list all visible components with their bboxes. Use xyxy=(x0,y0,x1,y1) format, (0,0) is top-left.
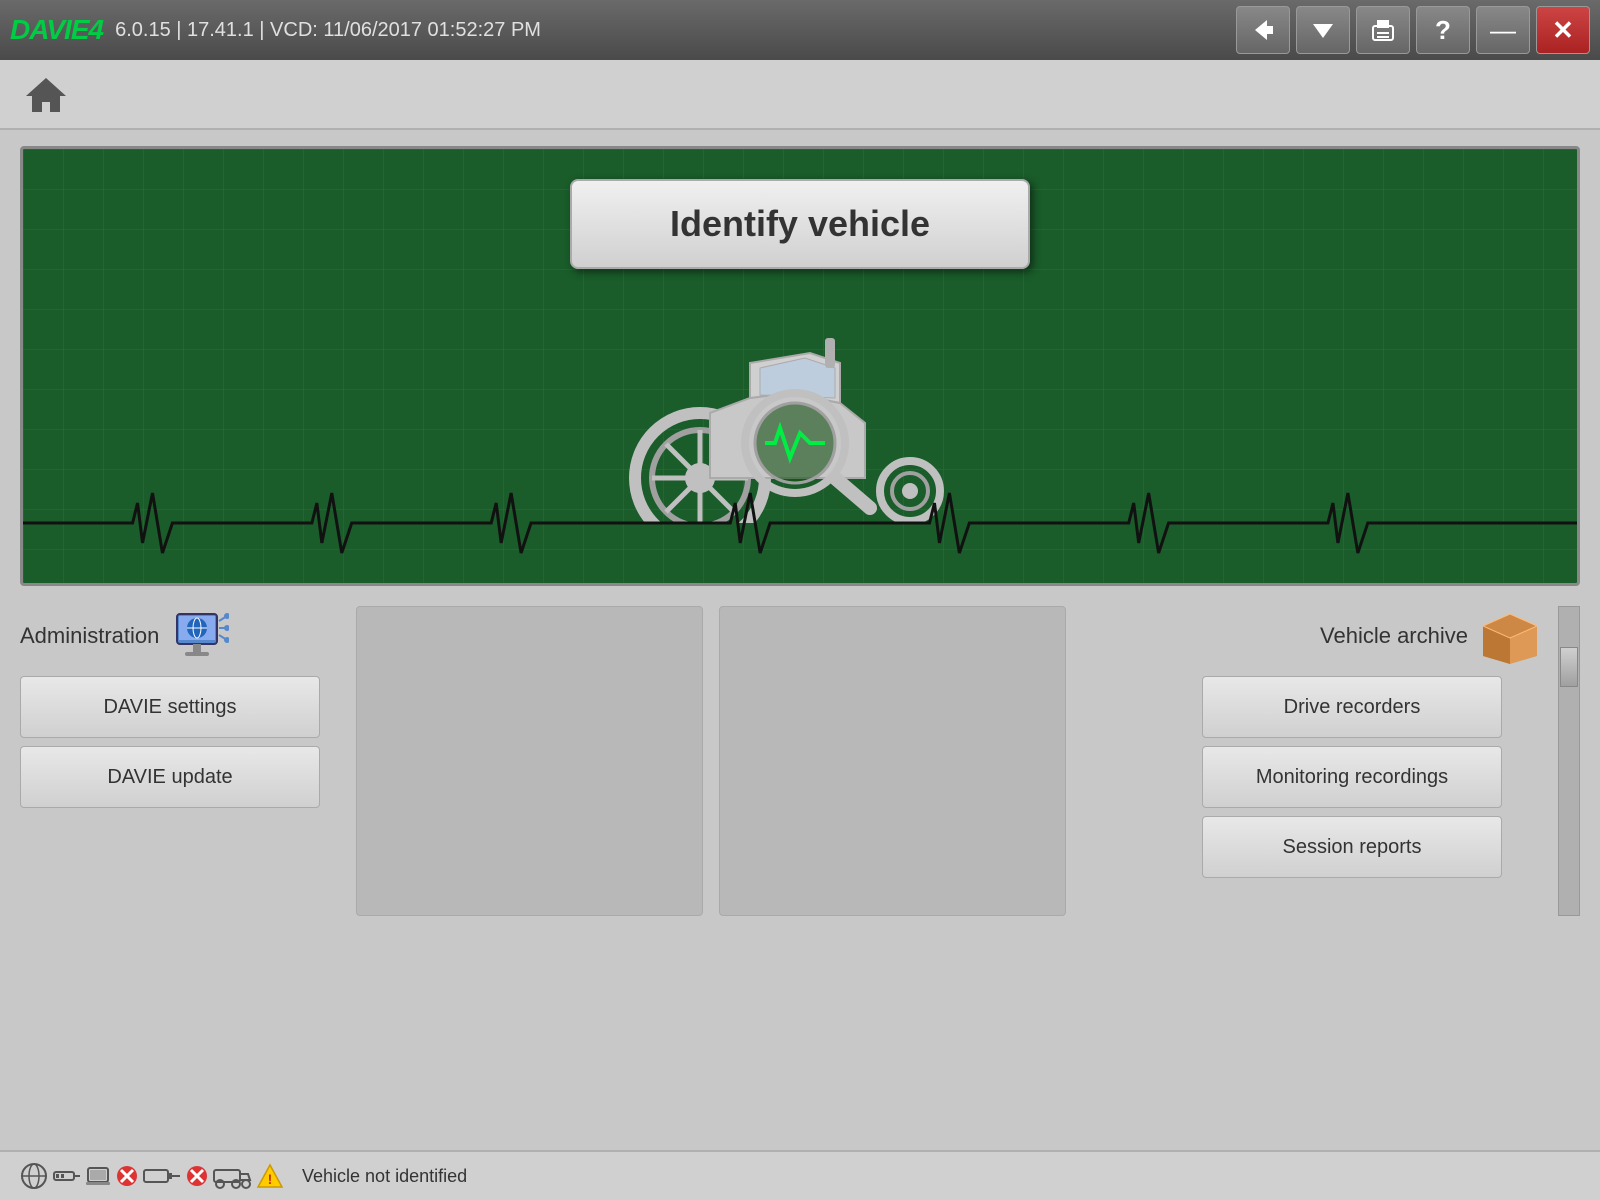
error-icon-1 xyxy=(116,1165,138,1187)
print-button[interactable] xyxy=(1356,6,1410,54)
titlebar-buttons: ? — ✕ xyxy=(1236,6,1590,54)
laptop-icon xyxy=(84,1162,112,1190)
svg-text:!: ! xyxy=(268,1171,273,1187)
titlebar-left: DAVIE4 6.0.15 | 17.41.1 | VCD: 11/06/201… xyxy=(10,14,541,46)
monitoring-recordings-button[interactable]: Monitoring recordings xyxy=(1202,746,1502,808)
spacer xyxy=(1082,606,1186,916)
dropdown-button[interactable] xyxy=(1296,6,1350,54)
monitor-panel: Identify vehicle xyxy=(20,146,1580,586)
archive-title: Vehicle archive xyxy=(1320,623,1468,649)
vehicle-small-icon xyxy=(212,1162,252,1190)
version-info: 6.0.15 | 17.41.1 | VCD: 11/06/2017 01:52… xyxy=(115,19,541,42)
archive-section: Vehicle archive Drive re xyxy=(1202,606,1542,916)
main-content: Identify vehicle xyxy=(0,130,1600,932)
archive-icon xyxy=(1478,606,1542,666)
home-icon[interactable] xyxy=(20,68,72,120)
cable-icon xyxy=(142,1162,182,1190)
help-button[interactable]: ? xyxy=(1416,6,1470,54)
statusbar: ! Vehicle not identified xyxy=(0,1150,1600,1200)
archive-header: Vehicle archive xyxy=(1202,606,1542,666)
empty-panel-2 xyxy=(719,606,1066,916)
identify-vehicle-button[interactable]: Identify vehicle xyxy=(570,179,1030,269)
drive-recorders-button[interactable]: Drive recorders xyxy=(1202,676,1502,738)
warning-icon: ! xyxy=(256,1162,284,1190)
admin-section: Administration xyxy=(20,606,340,916)
titlebar: DAVIE4 6.0.15 | 17.41.1 | VCD: 11/06/201… xyxy=(0,0,1600,60)
session-reports-button[interactable]: Session reports xyxy=(1202,816,1502,878)
connector-icon xyxy=(52,1162,80,1190)
close-button[interactable]: ✕ xyxy=(1536,6,1590,54)
empty-panel-1 xyxy=(356,606,703,916)
davie-settings-button[interactable]: DAVIE settings xyxy=(20,676,320,738)
globe-icon xyxy=(20,1162,48,1190)
davie-update-button[interactable]: DAVIE update xyxy=(20,746,320,808)
admin-header: Administration xyxy=(20,606,340,666)
bottom-area: Administration xyxy=(20,606,1580,916)
status-icons: ! xyxy=(20,1162,284,1190)
scrollbar[interactable] xyxy=(1558,606,1580,916)
back-button[interactable] xyxy=(1236,6,1290,54)
admin-icon xyxy=(169,606,229,666)
scrollbar-thumb[interactable] xyxy=(1560,647,1578,687)
toolbar xyxy=(0,60,1600,130)
minimize-button[interactable]: — xyxy=(1476,6,1530,54)
ecg-line xyxy=(23,463,1577,583)
admin-title: Administration xyxy=(20,623,159,649)
error-icon-2 xyxy=(186,1165,208,1187)
app-logo: DAVIE4 xyxy=(10,14,103,46)
status-text: Vehicle not identified xyxy=(302,1166,467,1187)
